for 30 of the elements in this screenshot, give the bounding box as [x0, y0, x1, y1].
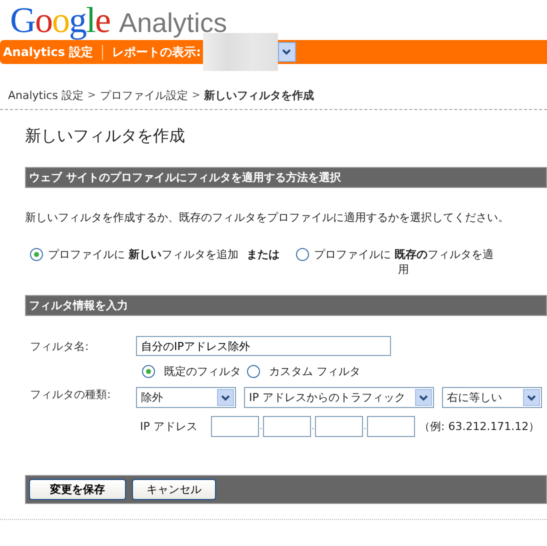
field-label: フィルタの種類:: [30, 387, 112, 402]
field-label: フィルタ名:: [30, 338, 90, 354]
dropdown[interactable]: 除外: [136, 387, 236, 408]
breadcrumb-item[interactable]: Analytics 設定: [8, 88, 84, 103]
ip-dot: .: [363, 422, 367, 431]
breadcrumb-item: 新しいフィルタを作成: [204, 88, 314, 103]
product-name: Analytics: [119, 8, 228, 39]
or-label: または: [246, 247, 280, 262]
ip-dot: .: [311, 422, 315, 431]
dropdown[interactable]: 右に等しい: [442, 387, 542, 408]
report-label: レポートの表示:: [112, 44, 201, 61]
radio-label: プロファイルに 既存のフィルタを適用: [314, 247, 494, 277]
page-title: 新しいフィルタを作成: [25, 126, 186, 147]
breadcrumb-separator: >: [87, 90, 96, 101]
ip-example: （例: 63.212.171.12）: [419, 419, 540, 434]
save-button[interactable]: 変更を保存: [29, 479, 126, 500]
dropdown[interactable]: IP アドレスからのトラフィック: [244, 387, 434, 408]
radio-label: カスタム フィルタ: [269, 364, 360, 379]
ip-label: IP アドレス: [140, 419, 198, 434]
section-header: ウェブ サイトのプロファイルにフィルタを適用する方法を選択: [25, 167, 547, 188]
description: 新しいフィルタを作成するか、既存のフィルタをプロファイルに適用するかを選択してください。: [25, 210, 510, 225]
section-header: フィルタ情報を入力: [25, 295, 547, 316]
radio-label: 既定のフィルタ: [164, 364, 241, 379]
ip-dot: .: [259, 422, 263, 431]
cancel-button[interactable]: キャンセル: [132, 479, 216, 500]
breadcrumb-item[interactable]: プロファイル設定: [100, 88, 188, 103]
filter-name-field[interactable]: 自分のIPアドレス除外: [136, 336, 391, 356]
breadcrumb-separator: >: [192, 90, 200, 101]
radio-label: プロファイルに 新しいフィルタを追加: [48, 247, 238, 262]
brand-logo: Google: [10, 0, 110, 40]
